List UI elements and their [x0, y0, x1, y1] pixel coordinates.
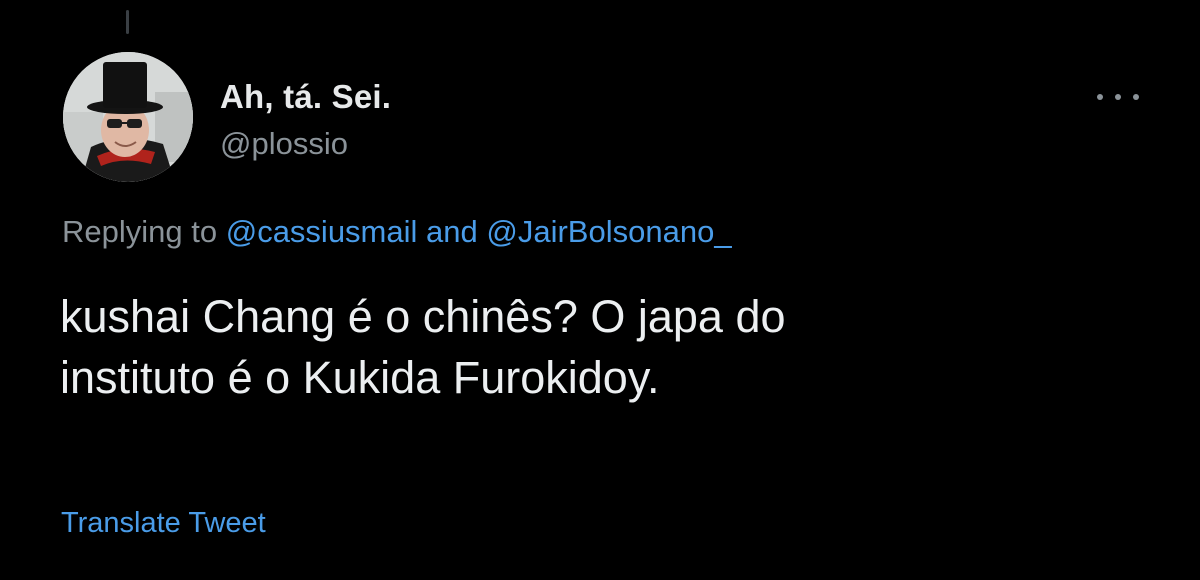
more-horizontal-icon — [1097, 94, 1103, 100]
thread-connector-line — [126, 10, 129, 34]
avatar[interactable] — [63, 52, 193, 182]
replying-to-line: Replying to @cassiusmail and @JairBolson… — [62, 214, 732, 250]
more-horizontal-icon — [1115, 94, 1121, 100]
avatar-image — [63, 52, 193, 182]
mention-link-jairbolsonano[interactable]: @JairBolsonano_ — [486, 214, 731, 249]
author-display-name[interactable]: Ah, tá. Sei. — [220, 78, 391, 116]
mention-link-cassiusmail[interactable]: @cassiusmail — [226, 214, 418, 249]
tweet-text: kushai Chang é o chinês? O japa do insti… — [60, 286, 1140, 408]
mention-connector[interactable]: and — [426, 214, 478, 249]
translate-tweet-link[interactable]: Translate Tweet — [61, 507, 266, 540]
tweet-text-line: instituto é o Kukida Furokidoy. — [60, 352, 660, 403]
more-horizontal-icon — [1133, 94, 1139, 100]
tweet-text-line: kushai Chang é o chinês? O japa do — [60, 291, 786, 342]
author-handle[interactable]: @plossio — [220, 126, 348, 162]
replying-to-prefix: Replying to — [62, 214, 218, 249]
more-options-button[interactable] — [1092, 82, 1144, 112]
